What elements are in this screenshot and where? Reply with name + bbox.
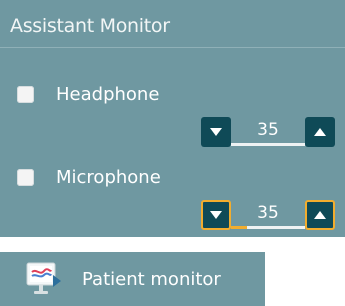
microphone-label: Microphone [56, 167, 161, 188]
headphone-decrease-button[interactable] [201, 117, 231, 147]
panel-title: Assistant Monitor [10, 15, 170, 37]
microphone-increase-button[interactable] [305, 200, 335, 230]
headphone-level-track [231, 143, 305, 146]
patient-monitor-button[interactable]: Patient monitor [0, 252, 265, 306]
microphone-level-track-accent [231, 226, 247, 229]
patient-monitor-icon [20, 259, 66, 299]
microphone-checkbox[interactable] [17, 169, 34, 186]
microphone-level-stepper[interactable]: 35 [201, 200, 335, 230]
patient-monitor-label: Patient monitor [82, 268, 221, 290]
assistant-monitor-panel: Assistant Monitor Headphone 35 Microphon… [0, 0, 345, 237]
headphone-increase-button[interactable] [305, 117, 335, 147]
headphone-checkbox-row[interactable]: Headphone [17, 84, 159, 105]
headphone-level-value: 35 [257, 120, 279, 140]
triangle-down-icon [210, 128, 222, 136]
triangle-up-icon [314, 211, 326, 219]
triangle-up-icon [314, 128, 326, 136]
microphone-decrease-button[interactable] [201, 200, 231, 230]
headphone-checkbox[interactable] [17, 86, 34, 103]
title-divider [0, 47, 345, 48]
headphone-label: Headphone [56, 84, 160, 105]
microphone-level-track [231, 226, 305, 229]
microphone-level-value: 35 [257, 203, 279, 223]
triangle-down-icon [210, 211, 222, 219]
headphone-level-stepper[interactable]: 35 [201, 117, 335, 147]
microphone-checkbox-row[interactable]: Microphone [17, 167, 161, 188]
